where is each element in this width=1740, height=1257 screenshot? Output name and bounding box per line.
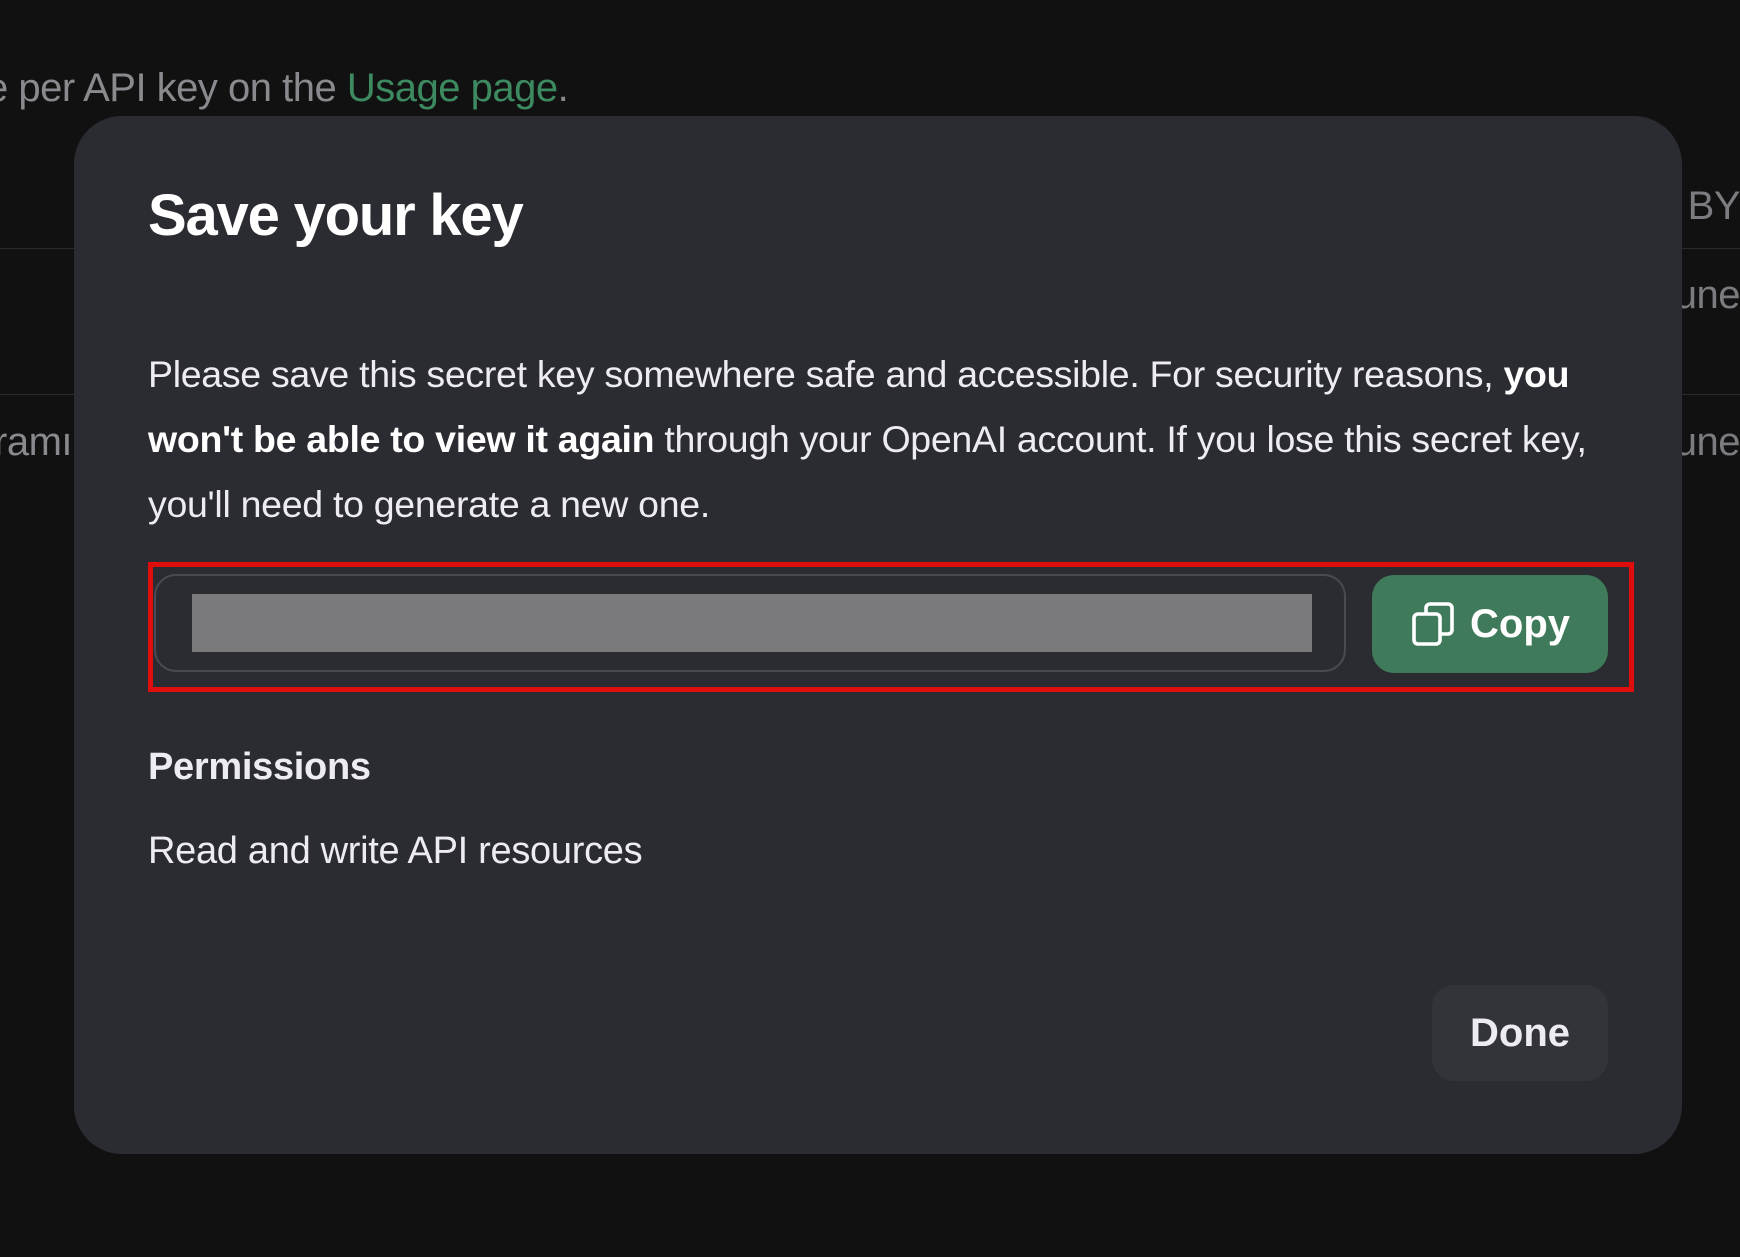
description-text: Please save this secret key somewhere sa… [148,353,1504,395]
permissions-heading: Permissions [148,746,371,788]
dialog-description: Please save this secret key somewhere sa… [148,342,1618,537]
secret-key-field[interactable] [154,574,1346,672]
usage-info-suffix: . [557,66,569,110]
usage-info-prefix: e per API key on the [0,66,347,110]
save-key-dialog: Save your key Please save this secret ke… [74,116,1682,1154]
usage-page-link[interactable]: Usage page [347,66,558,110]
copy-icon [1410,600,1458,648]
done-button[interactable]: Done [1432,985,1608,1081]
table-cell-fragment: une [1674,420,1740,464]
redacted-key-value [192,594,1312,652]
copy-button-label: Copy [1470,601,1570,646]
table-cell-fragment: une [1674,273,1740,317]
usage-info-text: e per API key on the Usage page. [0,66,569,111]
permissions-value: Read and write API resources [148,830,643,872]
table-cell-fragment: ramı [0,420,73,464]
dialog-title: Save your key [148,183,524,248]
copy-button[interactable]: Copy [1372,575,1608,673]
